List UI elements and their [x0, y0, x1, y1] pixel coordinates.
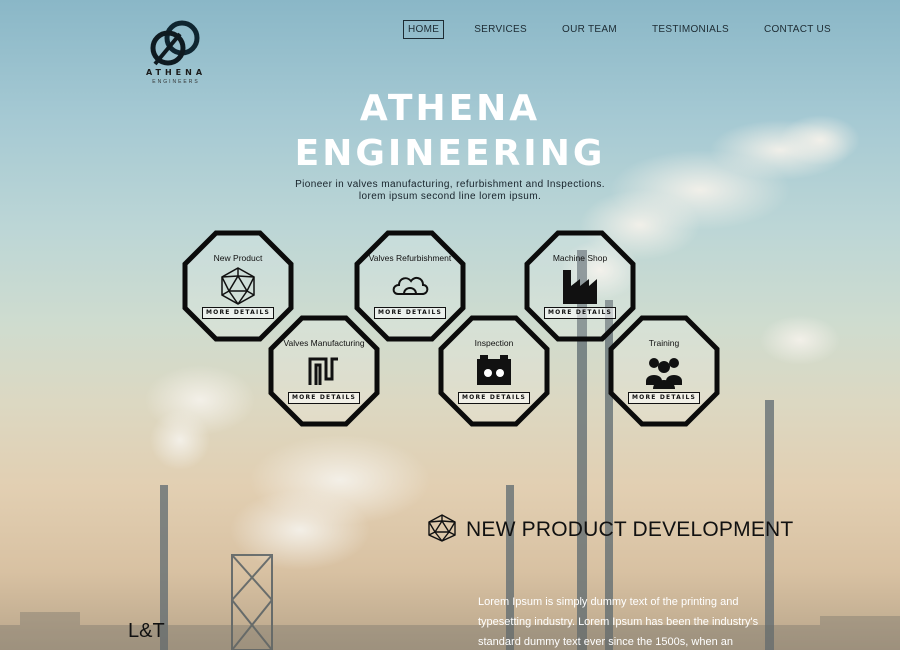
people-group-icon	[646, 358, 682, 389]
main-nav: HOME SERVICES OUR TEAM TESTIMONIALS CONT…	[403, 20, 861, 39]
nav-home[interactable]: HOME	[403, 20, 445, 39]
more-details-button[interactable]: MORE DETAILS	[202, 307, 274, 319]
service-label: Inspection	[474, 338, 514, 348]
more-details-button[interactable]: MORE DETAILS	[288, 392, 360, 404]
inspection-box-icon	[477, 355, 511, 385]
hero-subtitle-line2: lorem ipsum second line lorem ipsum.	[358, 191, 542, 202]
hero-subtitle-line1: Pioneer in valves manufacturing, refurbi…	[295, 179, 605, 190]
section-body-line: standard dummy text ever since the 1500s…	[478, 636, 733, 648]
nav-contact-us[interactable]: CONTACT US	[759, 20, 836, 39]
nav-testimonials[interactable]: TESTIMONIALS	[647, 20, 734, 39]
valve-pipes-icon	[308, 357, 338, 385]
hero-title-line1: ATHENA	[359, 88, 541, 129]
service-label: Training	[648, 338, 680, 348]
service-label: New Product	[213, 253, 263, 263]
section-body: Lorem Ipsum is simply dummy text of the …	[478, 592, 778, 650]
service-label: Valves Refurbishment	[368, 253, 452, 263]
section-body-line: Lorem Ipsum is simply dummy text of the …	[478, 596, 739, 608]
more-details-button[interactable]: MORE DETAILS	[628, 392, 700, 404]
factory-icon	[563, 270, 597, 304]
geodesic-sphere-icon	[428, 514, 456, 542]
more-details-button[interactable]: MORE DETAILS	[458, 392, 530, 404]
more-details-button[interactable]: MORE DETAILS	[374, 307, 446, 319]
more-details-button[interactable]: MORE DETAILS	[544, 307, 616, 319]
brand-name: ATHENA	[145, 68, 207, 77]
hero-title-line2: ENGINEERING	[294, 133, 606, 174]
nav-services[interactable]: SERVICES	[469, 20, 532, 39]
service-label: Valves Manufacturing	[283, 338, 365, 348]
section-body-line: typesetting industry. Lorem Ipsum has be…	[478, 616, 759, 628]
partner-label: L&T	[128, 620, 165, 642]
brand-tagline: ENGINEERS	[152, 79, 200, 85]
section-title: NEW PRODUCT DEVELOPMENT	[466, 518, 794, 541]
service-card-valves-manufacturing[interactable]: Valves Manufacturing MORE DETAILS	[268, 315, 380, 427]
cloud-loop-icon	[392, 276, 429, 295]
service-card-inspection[interactable]: Inspection MORE DETAILS	[438, 315, 550, 427]
nav-our-team[interactable]: OUR TEAM	[557, 20, 622, 39]
geodesic-sphere-icon	[221, 267, 255, 305]
service-label: Machine Shop	[552, 253, 608, 263]
service-card-training[interactable]: Training MORE DETAILS	[608, 315, 720, 427]
